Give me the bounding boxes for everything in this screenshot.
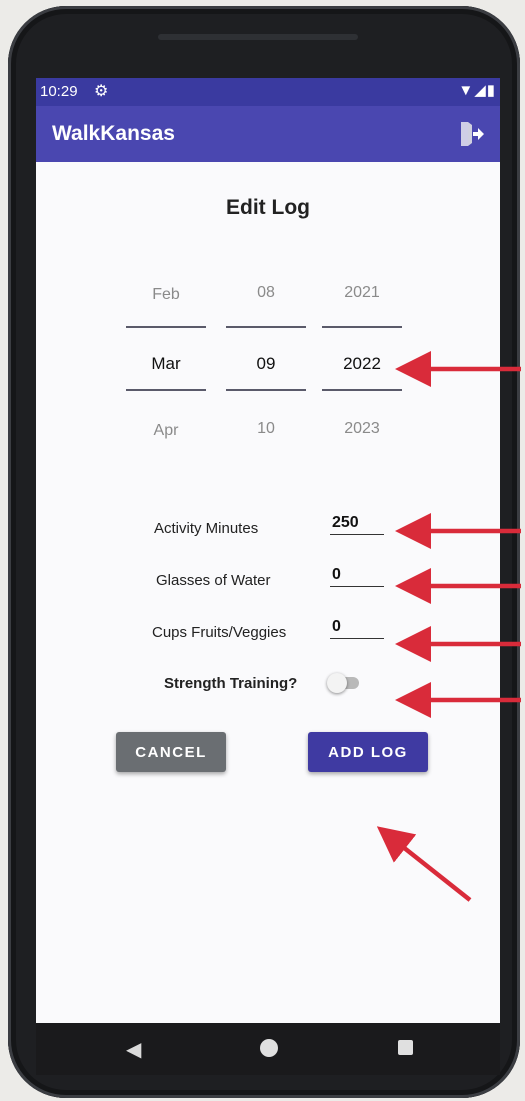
day-divider-top [226, 326, 306, 328]
day-selected[interactable]: 09 [226, 354, 306, 374]
system-nav-bar: ◀ [36, 1023, 500, 1075]
water-input[interactable] [330, 566, 384, 587]
edit-log-content: Edit Log Feb Mar Apr 08 09 10 2021 2022 … [36, 162, 500, 1023]
page-title: Edit Log [226, 196, 310, 219]
status-time: 10:29 [40, 83, 78, 100]
water-label: Glasses of Water [156, 572, 271, 589]
day-prev[interactable]: 08 [226, 284, 306, 302]
year-selected[interactable]: 2022 [322, 354, 402, 374]
system-icons: ▼◢▮ [458, 81, 496, 99]
activity-minutes-label: Activity Minutes [154, 520, 259, 537]
settings-icon: ⚙ [94, 83, 109, 100]
year-divider-bottom [322, 389, 402, 391]
month-selected[interactable]: Mar [126, 354, 206, 374]
year-prev[interactable]: 2021 [322, 284, 402, 302]
month-divider-bottom [126, 389, 206, 391]
month-divider-top [126, 326, 206, 328]
year-next[interactable]: 2023 [322, 420, 402, 438]
day-divider-bottom [226, 389, 306, 391]
signal-icon: ◢ [474, 82, 487, 99]
year-divider-top [322, 326, 402, 328]
activity-minutes-input[interactable] [330, 514, 384, 535]
toggle-knob [327, 673, 347, 693]
fruits-veggies-input[interactable] [330, 618, 384, 639]
fruits-veggies-label: Cups Fruits/Veggies [152, 624, 287, 641]
wifi-icon: ▼ [458, 82, 475, 99]
day-next[interactable]: 10 [226, 420, 306, 438]
screen: 10:29 ⚙ ▼◢▮ WalkKansas Edit Log Feb Mar … [36, 78, 500, 1023]
status-bar: 10:29 ⚙ ▼◢▮ [36, 78, 500, 106]
strength-training-toggle[interactable] [327, 672, 361, 693]
month-prev[interactable]: Feb [126, 286, 206, 304]
logout-icon[interactable] [458, 120, 486, 148]
back-icon[interactable]: ◀ [126, 1037, 141, 1062]
earpiece-speaker [158, 34, 358, 40]
app-bar: WalkKansas [36, 106, 500, 162]
cancel-button[interactable]: CANCEL [116, 732, 226, 772]
home-icon[interactable] [260, 1039, 278, 1057]
battery-icon: ▮ [486, 82, 496, 99]
add-log-button[interactable]: ADD LOG [308, 732, 428, 772]
recents-icon[interactable] [398, 1040, 413, 1055]
month-next[interactable]: Apr [126, 422, 206, 440]
strength-training-label: Strength Training? [164, 675, 298, 692]
app-title: WalkKansas [52, 122, 175, 145]
